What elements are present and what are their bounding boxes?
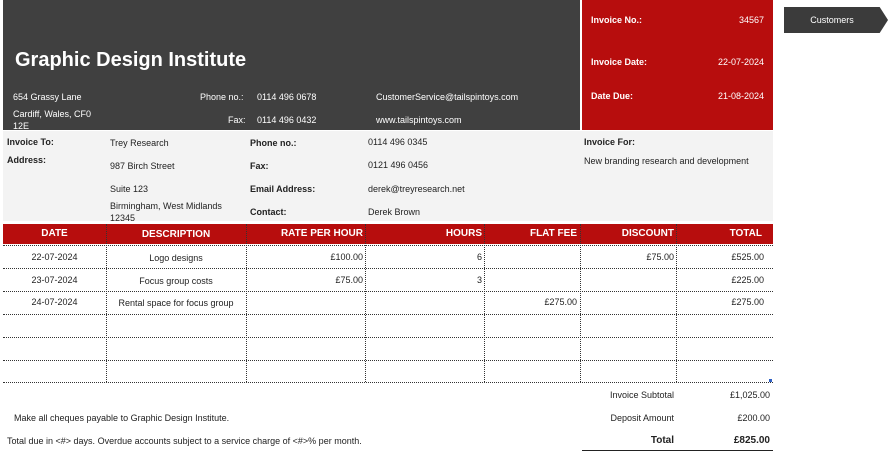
table-cell-flat-fee[interactable]: £275.00: [484, 297, 577, 307]
address-line3: Birmingham, West Midlands: [110, 201, 222, 211]
grid-line: [3, 245, 773, 246]
invoice-number-label: Invoice No.:: [591, 15, 643, 25]
company-email: CustomerService@tailspintoys.com: [376, 92, 519, 102]
client-phone-label: Phone no.:: [250, 138, 297, 148]
table-cell-description[interactable]: Focus group costs: [106, 276, 246, 286]
grid-line: [246, 224, 247, 382]
company-phone-label: Phone no.:: [200, 92, 244, 102]
company-address-line1: 654 Grassy Lane: [13, 92, 82, 102]
client-phone: 0114 496 0345: [368, 137, 428, 147]
invoice-to-value: Trey Research: [110, 138, 169, 148]
client-contact-label: Contact:: [250, 207, 287, 217]
grid-line: [3, 360, 773, 361]
col-header-flat-fee: FLAT FEE: [529, 228, 577, 239]
table-cell-rate[interactable]: £75.00: [246, 275, 363, 285]
address-line1: 987 Birch Street: [110, 161, 175, 171]
table-cell-date[interactable]: 22-07-2024: [3, 252, 106, 262]
company-name: Graphic Design Institute: [15, 49, 247, 71]
col-header-hours: HOURS: [445, 228, 482, 239]
invoice-to-label: Invoice To:: [7, 137, 54, 147]
table-cell-rate[interactable]: £100.00: [246, 252, 363, 262]
invoice-for-value: New branding research and development: [584, 156, 749, 166]
col-header-description: DESCRIPTION: [141, 229, 211, 240]
table-cell-description[interactable]: Logo designs: [106, 253, 246, 263]
invoice-date-label: Invoice Date:: [591, 57, 648, 67]
table-cell-discount[interactable]: £75.00: [580, 252, 674, 262]
total-label: Total: [650, 435, 674, 446]
grid-line: [3, 268, 773, 269]
grid-line: [3, 314, 773, 315]
client-fax: 0121 496 0456: [368, 160, 429, 170]
table-cell-date[interactable]: 23-07-2024: [3, 275, 106, 285]
company-fax: 0114 496 0432: [257, 115, 317, 125]
grid-line: [3, 337, 773, 338]
table-cell-total: £225.00: [731, 275, 764, 285]
payment-terms-note: Total due in <#> days. Overdue accounts …: [7, 436, 362, 446]
client-email: derek@treyresearch.net: [368, 184, 465, 194]
deposit-value: £200.00: [737, 413, 770, 423]
address-line4: 12345: [110, 213, 136, 221]
table-cell-date[interactable]: 24-07-2024: [3, 297, 106, 307]
grid-line: [3, 382, 773, 383]
company-phone: 0114 496 0678: [257, 92, 317, 102]
col-header-date: DATE: [41, 228, 68, 239]
col-header-discount: DISCOUNT: [621, 228, 674, 239]
client-email-label: Email Address:: [250, 184, 316, 194]
invoice-date: 22-07-2024: [717, 57, 764, 67]
col-header-rate: RATE PER HOUR: [280, 228, 363, 239]
table-cell-hours[interactable]: 6: [365, 252, 482, 262]
due-date-label: Date Due:: [591, 91, 634, 101]
company-address-line2: Cardiff, Wales, CF0: [13, 109, 92, 119]
client-fax-label: Fax:: [250, 161, 269, 171]
grid-line: [365, 224, 366, 382]
total-value: £825.00: [733, 435, 770, 446]
invoice-for-label: Invoice For:: [584, 137, 636, 147]
table-cell-description[interactable]: Rental space for focus group: [106, 298, 246, 308]
col-header-total: TOTAL: [729, 228, 762, 239]
company-address-line3: 12E: [13, 121, 30, 131]
company-website: www.tailspintoys.com: [376, 115, 462, 125]
due-date: 21-08-2024: [717, 91, 764, 101]
table-cell-hours[interactable]: 3: [365, 275, 482, 285]
table-resize-handle[interactable]: [769, 379, 772, 382]
table-cell-total: £275.00: [731, 297, 764, 307]
subtotal-value: £1,025.00: [729, 390, 770, 400]
grid-line: [3, 291, 773, 292]
total-underline: [582, 450, 773, 451]
cheques-note: Make all cheques payable to Graphic Desi…: [14, 413, 230, 423]
client-contact: Derek Brown: [368, 207, 421, 217]
customers-tab-label[interactable]: Customers: [784, 15, 880, 25]
company-fax-label: Fax:: [228, 115, 246, 125]
grid-line: [580, 224, 581, 382]
table-cell-total: £525.00: [731, 252, 764, 262]
invoice-number: 34567: [738, 15, 764, 25]
subtotal-label: Invoice Subtotal: [609, 390, 674, 400]
address-label: Address:: [7, 155, 47, 165]
address-line2: Suite 123: [110, 184, 149, 194]
deposit-label: Deposit Amount: [610, 413, 674, 423]
